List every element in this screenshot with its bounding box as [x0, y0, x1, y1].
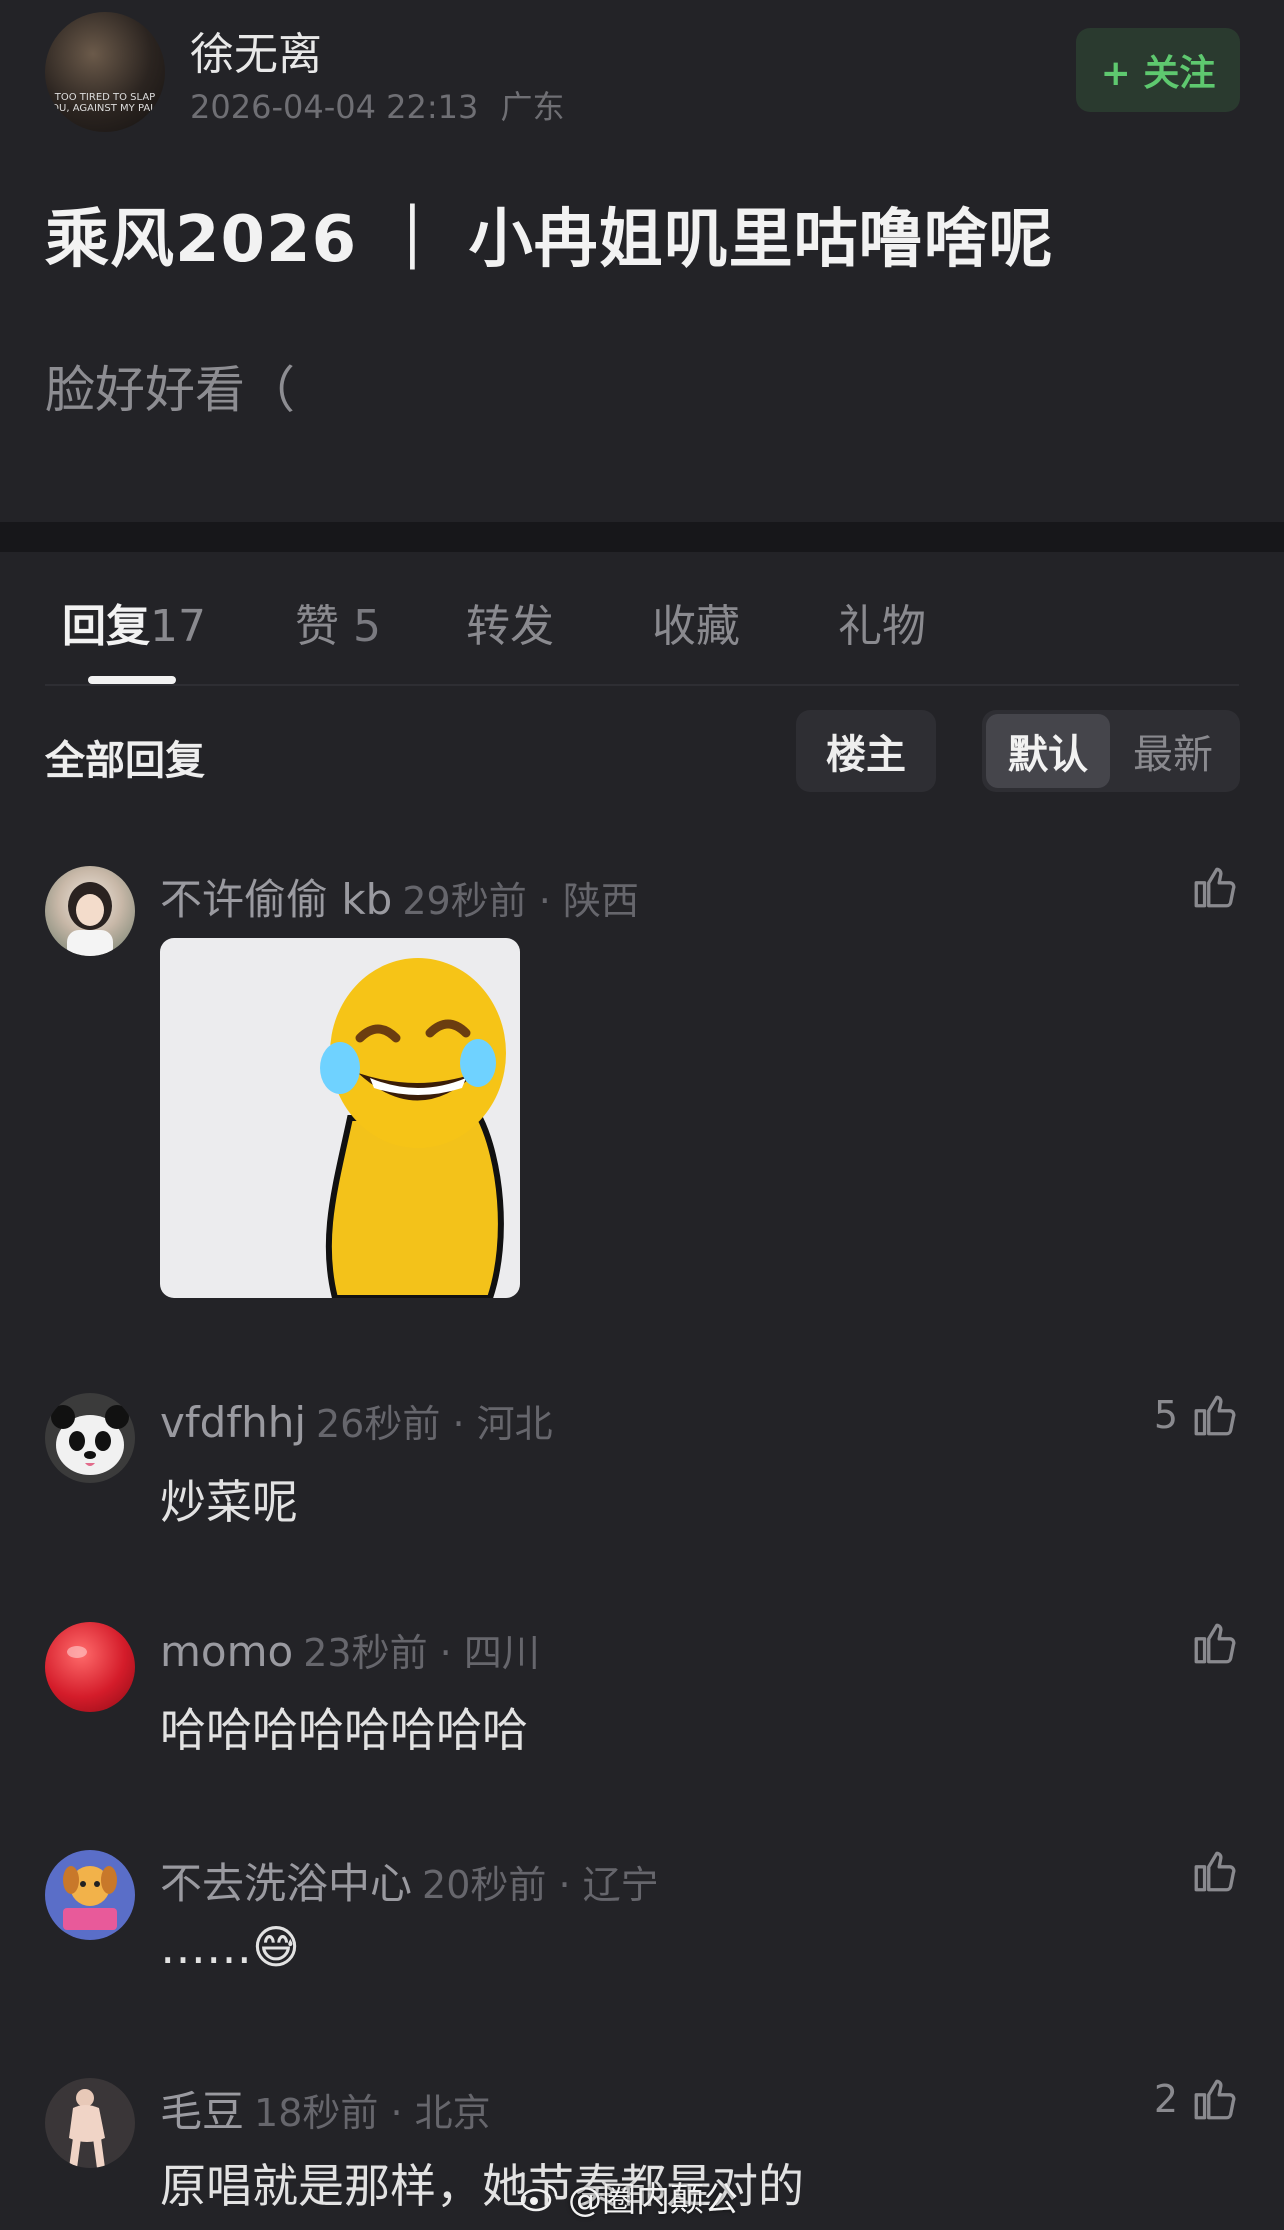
section-divider [0, 522, 1284, 552]
apple-avatar [67, 1646, 87, 1658]
comment-header: 毛豆 18秒前 · 北京 [160, 2087, 491, 2136]
thumbs-up-icon [1194, 2079, 1236, 2120]
op-filter-label: 楼主 [826, 732, 906, 778]
thumbs-up-icon [1194, 1851, 1236, 1892]
tab-gifts[interactable]: 礼物 [838, 590, 926, 654]
comment-location: 陕西 [562, 879, 639, 923]
comment-location: 河北 [476, 1402, 553, 1446]
comment-time: 23秒前 [303, 1631, 428, 1675]
post-body: 脸好好看（ [45, 361, 295, 419]
comment-time: 18秒前 [254, 2091, 379, 2135]
comment-location: 辽宁 [582, 1863, 659, 1907]
comment-text: 哈哈哈哈哈哈哈哈 [160, 1703, 528, 1757]
follow-label: + 关注 [1100, 53, 1216, 94]
comment-like-button[interactable]: 2 [1154, 2074, 1240, 2124]
sort-default-button[interactable]: 默认 [986, 714, 1110, 788]
comment-like-button[interactable]: 5 [1154, 1390, 1240, 1440]
sort-default-label: 默认 [1008, 732, 1088, 778]
tab-divider [45, 684, 1239, 686]
comment-header: 不去洗浴中心 20秒前 · 辽宁 [160, 1859, 659, 1908]
author-name[interactable]: 徐无离 [190, 18, 322, 82]
all-replies-label: 全部回复 [45, 738, 205, 784]
avatar-photo [67, 882, 113, 956]
watermark-text: @圈内颠公 [568, 2180, 738, 2220]
comment-header: vfdfhhj 26秒前 · 河北 [160, 1398, 553, 1447]
watermark: @圈内颠公 [520, 2172, 738, 2221]
comment-username[interactable]: momo [160, 1627, 293, 1676]
comment-time: 26秒前 [316, 1402, 441, 1446]
tab-replies-label: 回复 [62, 601, 150, 652]
comment-location: 四川 [463, 1631, 540, 1675]
post-title: 乘风2026 ｜ 小冉姐叽里咕噜啥呢 [45, 203, 1054, 277]
tab-favorites[interactable]: 收藏 [652, 590, 740, 654]
tab-replies[interactable]: 回复17 [62, 590, 206, 654]
comment-time: 20秒前 [422, 1863, 547, 1907]
tab-likes-count: 5 [353, 601, 381, 652]
tab-replies-count: 17 [150, 601, 206, 652]
thumbs-up-icon [1194, 867, 1236, 908]
post-location: 广东 [500, 88, 565, 126]
comment-location: 北京 [414, 2091, 491, 2135]
comment-header: momo 23秒前 · 四川 [160, 1627, 540, 1676]
comment-text: 炒菜呢 [160, 1475, 298, 1529]
comment-header: 不许偷偷 kb 29秒前 · 陕西 [160, 875, 639, 924]
comment-avatar[interactable] [45, 1622, 135, 1712]
cartoon-dog-avatar [63, 1866, 117, 1930]
comment-like-button[interactable] [1178, 862, 1240, 912]
comment-avatar[interactable] [45, 1393, 135, 1483]
avatar-caption: TOO TIRED TO SLAP YOU, AGAINST MY PALM [45, 92, 165, 114]
comment-avatar[interactable] [45, 2078, 135, 2168]
follow-button[interactable]: + 关注 [1076, 28, 1240, 112]
comment-username[interactable]: 不去洗浴中心 [160, 1859, 412, 1908]
sort-latest-label: 最新 [1133, 732, 1213, 778]
tab-likes[interactable]: 赞 5 [295, 590, 381, 654]
weibo-logo-icon [520, 2184, 558, 2211]
panda-avatar [51, 1405, 129, 1475]
tab-reposts-label: 转发 [466, 601, 554, 652]
active-tab-indicator [88, 676, 176, 684]
comment-time: 29秒前 [402, 879, 527, 923]
author-avatar[interactable]: TOO TIRED TO SLAP YOU, AGAINST MY PALM [45, 12, 165, 132]
comment-username[interactable]: vfdfhhj [160, 1398, 306, 1447]
op-filter-button[interactable]: 楼主 [796, 710, 936, 792]
like-count: 2 [1153, 2077, 1178, 2121]
laughing-emoji-sticker [320, 958, 506, 1298]
tab-favorites-label: 收藏 [652, 601, 740, 652]
sticker-image[interactable] [160, 938, 520, 1298]
comment-like-button[interactable] [1178, 1618, 1240, 1668]
comment-avatar[interactable] [45, 866, 135, 956]
sort-latest-button[interactable]: 最新 [1110, 714, 1236, 788]
post-timestamp: 2026-04-04 22:13 [190, 88, 479, 126]
figure-avatar [69, 2089, 105, 2168]
tab-gifts-label: 礼物 [838, 601, 926, 652]
thumbs-up-icon [1194, 1395, 1236, 1436]
comment-username[interactable]: 毛豆 [160, 2087, 244, 2136]
thumbs-up-icon [1194, 1623, 1236, 1664]
tab-reposts[interactable]: 转发 [466, 590, 554, 654]
comment-like-button[interactable] [1178, 1846, 1240, 1896]
comment-username[interactable]: 不许偷偷 kb [160, 875, 392, 924]
tab-likes-label: 赞 [295, 601, 339, 652]
post-meta: 2026-04-04 22:13 广东 [190, 82, 565, 128]
comment-text: ……😅 [160, 1920, 300, 1974]
comment-avatar[interactable] [45, 1850, 135, 1940]
like-count: 5 [1153, 1393, 1178, 1437]
